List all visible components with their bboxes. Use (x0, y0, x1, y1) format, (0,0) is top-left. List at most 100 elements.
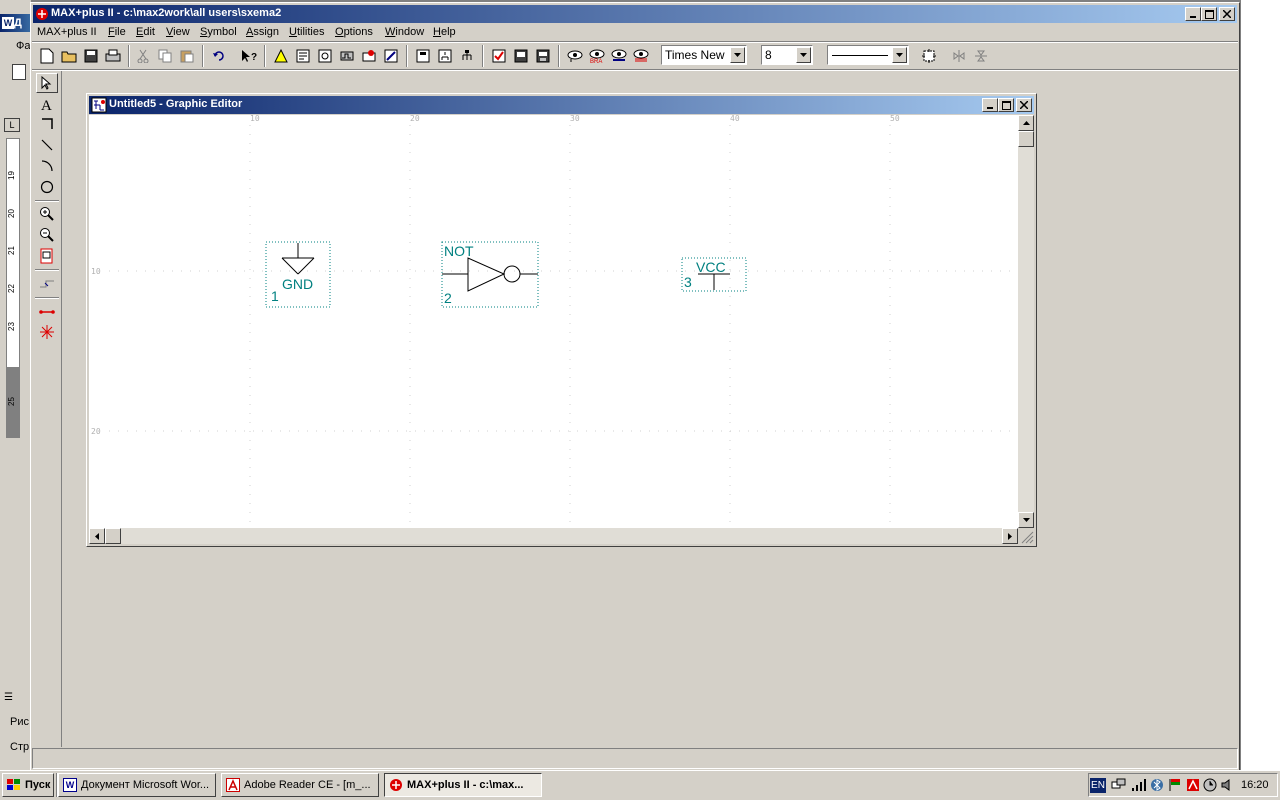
start-button[interactable]: Пуск (2, 773, 54, 797)
toolbar-separator (558, 45, 560, 67)
connect-dots-icon[interactable] (36, 322, 58, 342)
print-icon[interactable] (102, 45, 124, 67)
rubberbanding-icon[interactable] (36, 274, 58, 294)
menu-help[interactable]: Help (433, 24, 456, 40)
hierarchy-display-icon[interactable] (412, 45, 434, 67)
close-button[interactable] (1219, 7, 1235, 21)
flip-horizontal-icon[interactable] (948, 45, 970, 67)
horizontal-scrollbar[interactable] (89, 528, 1018, 544)
menu-file[interactable]: File (108, 24, 126, 40)
vertical-scrollbar[interactable] (1018, 115, 1034, 528)
menu-assign[interactable]: Assign (246, 24, 279, 40)
menu-maxplus[interactable]: MAX+plus II (37, 24, 97, 40)
flag-icon[interactable] (1168, 778, 1182, 795)
save-check-icon[interactable] (488, 45, 510, 67)
fit-page-icon[interactable] (36, 246, 58, 266)
taskbar-item-adobe[interactable]: Adobe Reader CE - [m_... (221, 773, 379, 797)
scroll-down-button[interactable] (1018, 512, 1034, 528)
chevron-down-icon[interactable] (892, 47, 907, 63)
new-file-icon[interactable] (36, 45, 58, 67)
maximize-button[interactable] (1201, 7, 1217, 21)
menu-symbol[interactable]: Symbol (200, 24, 237, 40)
schematic-canvas[interactable]: 10 20 30 40 50 10 20 GND 1 NOT 2 VCC 3 (89, 115, 1018, 528)
find-clique-icon[interactable] (608, 45, 630, 67)
cut-icon[interactable] (132, 45, 154, 67)
vertical-scroll-thumb[interactable] (1018, 131, 1034, 147)
word-new-doc-icon[interactable] (12, 64, 26, 80)
language-indicator[interactable]: EN (1090, 778, 1106, 793)
word-ruler-tab-icon[interactable]: L (4, 118, 20, 132)
scroll-up-button[interactable] (1018, 115, 1034, 131)
svg-text:BRA: BRA (590, 59, 602, 63)
editor-titlebar[interactable]: Untitled5 - Graphic Editor (89, 96, 1034, 114)
editor-close-button[interactable] (1016, 98, 1032, 112)
word-menu-fragment[interactable]: Фа (16, 40, 30, 52)
save-icon[interactable] (80, 45, 102, 67)
circle-tool[interactable] (36, 177, 58, 197)
signal-icon[interactable] (1131, 778, 1147, 795)
size-select-value: 8 (765, 48, 772, 62)
diagonal-line-tool[interactable] (36, 135, 58, 155)
svg-text:A: A (41, 98, 52, 111)
simulator-icon[interactable] (314, 45, 336, 67)
menu-utilities[interactable]: Utilities (289, 24, 324, 40)
orthogonal-line-tool[interactable] (36, 114, 58, 134)
word-ruler-num: 20 (6, 209, 16, 218)
chevron-down-icon[interactable] (730, 47, 745, 63)
flip-vertical-icon[interactable] (970, 45, 992, 67)
editor-maximize-button[interactable] (998, 98, 1014, 112)
zoom-out-icon[interactable] (36, 225, 58, 245)
palette-separator (35, 200, 59, 202)
scroll-right-button[interactable] (1002, 528, 1018, 544)
text-tool[interactable]: A (36, 94, 58, 114)
horizontal-scroll-thumb[interactable] (105, 528, 121, 544)
menu-view[interactable]: View (166, 24, 190, 40)
message-processor-icon[interactable] (380, 45, 402, 67)
find-text-icon[interactable]: BRA (586, 45, 608, 67)
undo-icon[interactable] (208, 45, 230, 67)
line-style-select[interactable] (827, 45, 909, 65)
find-error-icon[interactable] (630, 45, 652, 67)
clock-tray-icon[interactable] (1203, 778, 1217, 795)
maxplus-titlebar[interactable]: MAX+plus II - c:\max2work\all users\sxem… (33, 5, 1237, 23)
save-simulate-icon[interactable] (532, 45, 554, 67)
floorplan-editor-icon[interactable] (434, 45, 456, 67)
zoom-fit-icon[interactable] (918, 45, 940, 67)
word-draw-label[interactable]: Рис (10, 716, 29, 728)
scroll-left-button[interactable] (89, 528, 105, 544)
font-select[interactable]: Times New (661, 45, 747, 65)
help-pointer-icon[interactable]: ? (238, 45, 260, 67)
toolbar: ? BRA Times New 8 (32, 43, 1238, 69)
editor-minimize-button[interactable] (982, 98, 998, 112)
zoom-in-icon[interactable] (36, 204, 58, 224)
bluetooth-icon[interactable] (1150, 778, 1164, 795)
size-select[interactable]: 8 (761, 45, 813, 65)
selection-pointer-tool[interactable] (36, 73, 58, 93)
hierarchy-tree-icon[interactable] (456, 45, 478, 67)
hierarchy-up-icon[interactable] (270, 45, 292, 67)
clock[interactable]: 16:20 (1241, 779, 1269, 791)
arc-tool[interactable] (36, 156, 58, 176)
word-view-icon[interactable]: ☰ (4, 692, 16, 704)
save-compile-icon[interactable] (510, 45, 532, 67)
find-node-icon[interactable] (564, 45, 586, 67)
network-icon[interactable] (1111, 778, 1127, 795)
resize-grip-icon[interactable] (1018, 528, 1034, 544)
timing-analyzer-icon[interactable] (336, 45, 358, 67)
connect-nodes-icon[interactable] (36, 302, 58, 322)
menu-window[interactable]: Window (385, 24, 424, 40)
minimize-button[interactable] (1185, 7, 1201, 21)
paste-icon[interactable] (176, 45, 198, 67)
menu-edit[interactable]: Edit (136, 24, 155, 40)
taskbar-item-word[interactable]: W Документ Microsoft Wor... (58, 773, 216, 797)
menu-options[interactable]: Options (335, 24, 373, 40)
volume-icon[interactable] (1220, 778, 1234, 795)
open-folder-icon[interactable] (58, 45, 80, 67)
compiler-icon[interactable] (292, 45, 314, 67)
chevron-down-icon[interactable] (796, 47, 811, 63)
adobe-tray-icon[interactable] (1186, 778, 1200, 795)
taskbar-item-maxplus[interactable]: MAX+plus II - c:\max... (384, 773, 542, 797)
vcc-symbol-icon (698, 273, 730, 290)
copy-icon[interactable] (154, 45, 176, 67)
programmer-icon[interactable] (358, 45, 380, 67)
